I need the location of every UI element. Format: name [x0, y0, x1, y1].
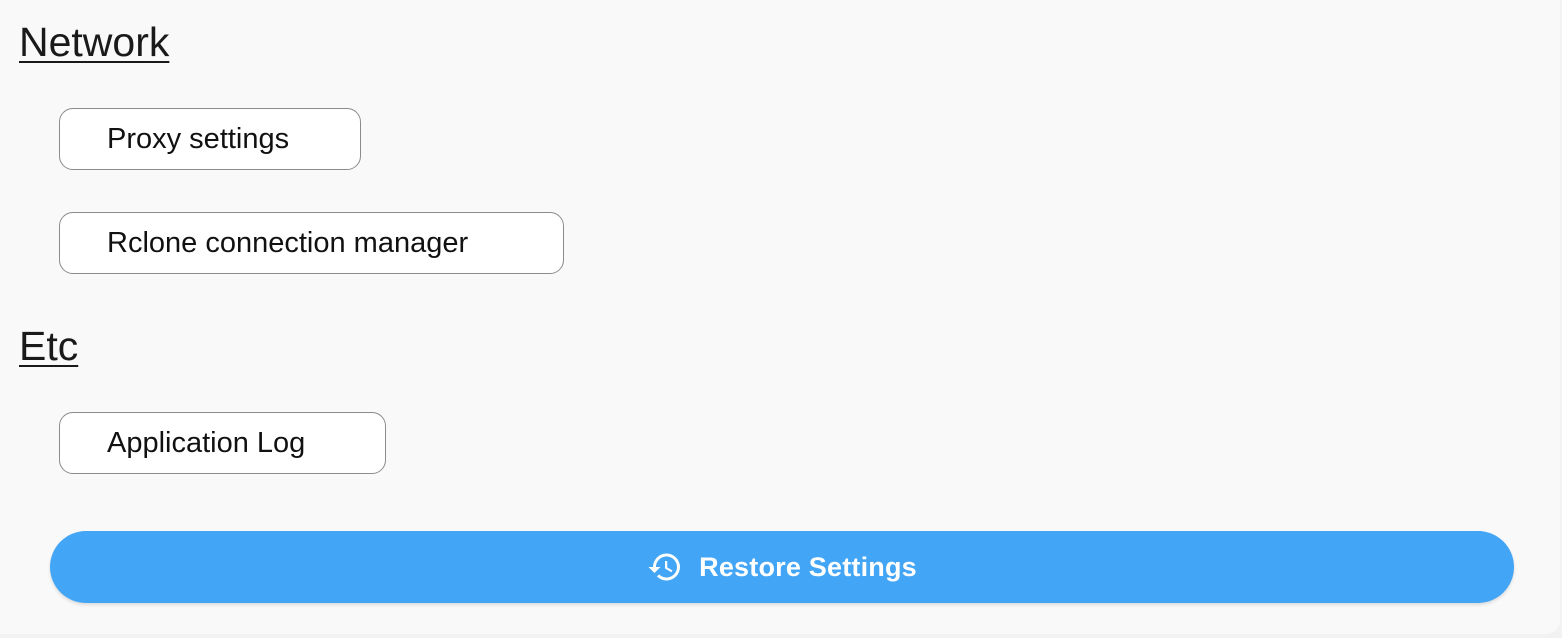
proxy-settings-button[interactable]: Proxy settings	[59, 108, 361, 170]
application-log-button[interactable]: Application Log	[59, 412, 386, 474]
section-title-etc: Etc	[19, 323, 79, 369]
restore-settings-button[interactable]: Restore Settings	[50, 531, 1514, 603]
rclone-connection-manager-button[interactable]: Rclone connection manager	[59, 212, 564, 274]
restore-history-icon	[647, 549, 683, 585]
section-title-network: Network	[19, 19, 170, 65]
settings-panel: Network Proxy settings Rclone connection…	[0, 0, 1560, 634]
restore-settings-label: Restore Settings	[699, 551, 917, 582]
